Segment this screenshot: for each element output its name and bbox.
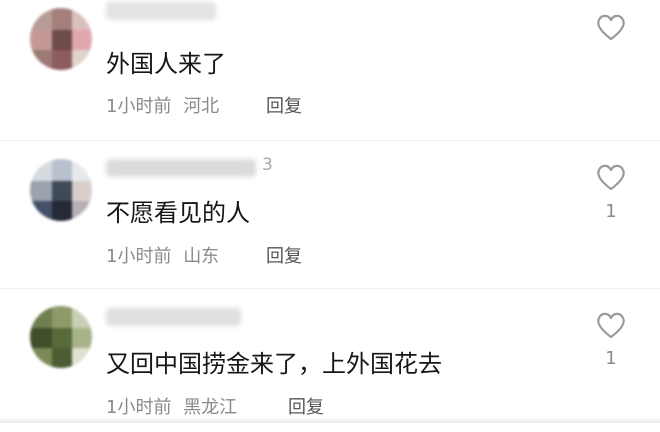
comment-text: 不愿看见的人	[106, 199, 250, 227]
divider	[0, 288, 660, 289]
like-button[interactable]	[595, 12, 627, 42]
reply-button[interactable]: 回复	[266, 242, 302, 268]
avatar-cell	[30, 306, 52, 328]
avatar-cell	[52, 8, 72, 30]
avatar-cell	[30, 50, 52, 70]
avatar[interactable]	[30, 8, 92, 70]
avatar-cell	[30, 8, 52, 30]
comment-item: 外国人来了 1小时前 河北 回复	[0, 0, 660, 140]
avatar-cell	[72, 328, 92, 348]
like-count: 1	[605, 201, 617, 222]
username-visible-part: 3	[262, 155, 273, 175]
avatar-cell	[30, 348, 52, 368]
like-button[interactable]	[595, 162, 627, 192]
like-count: 1	[605, 348, 617, 369]
comment-region: 河北	[183, 96, 220, 117]
avatar-cell	[72, 8, 92, 30]
divider	[0, 140, 660, 141]
username-blurred[interactable]	[106, 308, 241, 326]
avatar-cell	[72, 30, 92, 50]
comment-text: 又回中国捞金来了，上外国花去	[106, 350, 442, 378]
avatar-cell	[52, 201, 72, 221]
comment-text: 外国人来了	[106, 50, 226, 78]
comment-time: 1小时前	[106, 96, 172, 117]
avatar-cell	[72, 159, 92, 181]
avatar-cell	[72, 348, 92, 368]
bottom-edge	[0, 417, 660, 423]
avatar-cell	[30, 181, 52, 201]
reply-button[interactable]: 回复	[288, 393, 324, 419]
avatar-cell	[30, 328, 52, 348]
avatar-cell	[30, 201, 52, 221]
comment-region: 黑龙江	[183, 397, 238, 418]
avatar-cell	[52, 159, 72, 181]
reply-button[interactable]: 回复	[266, 92, 302, 118]
avatar[interactable]	[30, 306, 92, 368]
avatar-cell	[52, 348, 72, 368]
heart-outline-icon	[597, 14, 625, 41]
avatar[interactable]	[30, 159, 92, 221]
comment-meta: 1小时前 黑龙江 回复	[106, 393, 324, 419]
avatar-cell	[72, 201, 92, 221]
heart-outline-icon	[597, 164, 625, 191]
username-blurred[interactable]	[106, 2, 216, 20]
avatar-cell	[72, 50, 92, 70]
comment-meta: 1小时前 山东 回复	[106, 242, 302, 268]
comment-region: 山东	[183, 246, 220, 267]
avatar-cell	[30, 30, 52, 50]
avatar-cell	[30, 159, 52, 181]
avatar-cell	[72, 306, 92, 328]
avatar-cell	[52, 306, 72, 328]
comment-meta: 1小时前 河北 回复	[106, 92, 302, 118]
avatar-cell	[52, 328, 72, 348]
comment-time: 1小时前	[106, 397, 172, 418]
comment-item: 又回中国捞金来了，上外国花去 1小时前 黑龙江 回复 1	[0, 292, 660, 432]
comment-item: 3 不愿看见的人 1小时前 山东 回复 1	[0, 145, 660, 285]
avatar-cell	[72, 181, 92, 201]
username-blurred[interactable]	[106, 159, 256, 177]
heart-outline-icon	[597, 312, 625, 339]
comment-time: 1小时前	[106, 246, 172, 267]
avatar-cell	[52, 50, 72, 70]
avatar-cell	[52, 181, 72, 201]
avatar-cell	[52, 30, 72, 50]
like-button[interactable]	[595, 310, 627, 340]
